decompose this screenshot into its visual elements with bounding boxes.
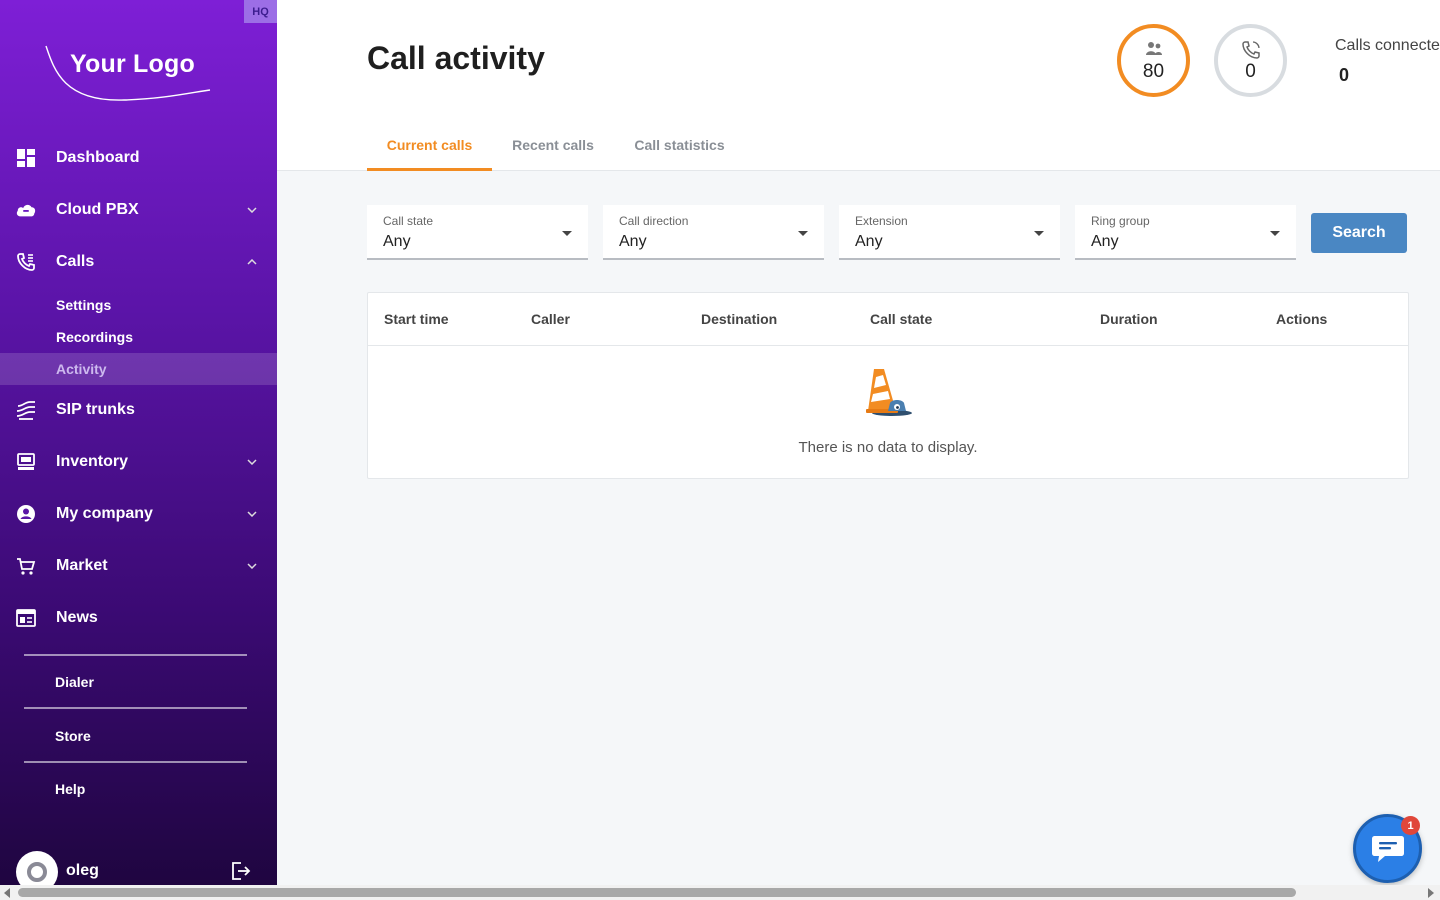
divider [24, 654, 247, 656]
horizontal-scrollbar[interactable] [0, 885, 1440, 900]
call-state-select[interactable]: Call state Any [367, 205, 588, 260]
divider [24, 761, 247, 763]
filter-label: Ring group [1091, 214, 1150, 228]
empty-state-message: There is no data to display. [798, 439, 978, 456]
chevron-down-icon [246, 204, 258, 216]
caret-down-icon [1270, 231, 1280, 236]
sub-item-label: Settings [56, 297, 112, 313]
column-header-actions: Actions [1276, 311, 1328, 327]
dialer-link[interactable]: Dialer [55, 674, 94, 690]
sub-item-label: Recordings [56, 329, 134, 345]
filter-value: Any [1091, 233, 1119, 250]
users-stat[interactable]: 80 [1117, 24, 1190, 97]
scrollbar-thumb[interactable] [18, 888, 1296, 897]
logo[interactable]: Your Logo [44, 40, 214, 106]
users-icon [1145, 41, 1163, 59]
table-header: Start time Caller Destination Call state… [368, 293, 1408, 346]
filter-label: Call direction [619, 214, 689, 228]
dashboard-icon [15, 147, 37, 169]
filter-value: Any [855, 233, 883, 250]
logo-text: Your Logo [70, 50, 195, 78]
nav-label: Market [56, 557, 108, 574]
hq-badge[interactable]: HQ [244, 0, 277, 23]
column-header-call-state[interactable]: Call state [870, 311, 932, 327]
page-title: Call activity [367, 40, 545, 76]
phone-icon [15, 251, 37, 273]
filter-value: Any [619, 233, 647, 250]
chevron-up-icon [246, 256, 258, 268]
chevron-down-icon [246, 456, 258, 468]
cloud-icon [15, 199, 37, 221]
calls-connected-value: 0 [1339, 65, 1350, 85]
tab-recent-calls[interactable]: Recent calls [502, 128, 604, 171]
calls-table: Start time Caller Destination Call state… [367, 292, 1409, 479]
chat-icon [1371, 835, 1404, 862]
user-name[interactable]: oleg [66, 862, 99, 880]
tab-current-calls[interactable]: Current calls [367, 128, 492, 171]
nav-inventory[interactable]: Inventory [0, 442, 277, 482]
sidebar: HQ Your Logo Dashboard Cloud PBX Calls S… [0, 0, 277, 893]
divider [24, 707, 247, 709]
nav-dashboard[interactable]: Dashboard [0, 138, 277, 178]
sidebar-item-recordings[interactable]: Recordings [0, 321, 277, 353]
nav-label: My company [56, 505, 153, 522]
column-header-duration[interactable]: Duration [1100, 311, 1158, 327]
phone-call-icon [1241, 40, 1260, 59]
nav-sip-trunks[interactable]: SIP trunks [0, 390, 277, 430]
scroll-left-arrow-icon[interactable] [4, 888, 10, 898]
search-button[interactable]: Search [1311, 213, 1407, 253]
nav-label: Dashboard [56, 149, 140, 166]
caret-down-icon [562, 231, 572, 236]
nav-label: Inventory [56, 453, 129, 470]
traffic-cone-icon [862, 365, 916, 419]
column-header-start-time[interactable]: Start time [384, 311, 449, 327]
ring-group-select[interactable]: Ring group Any [1075, 205, 1296, 260]
users-stat-value: 80 [1142, 60, 1165, 82]
nav-label: News [56, 609, 98, 626]
nav-label: Cloud PBX [56, 201, 139, 218]
sub-item-label: Activity [56, 361, 107, 377]
filter-value: Any [383, 233, 411, 250]
nav-market[interactable]: Market [0, 546, 277, 586]
calls-stat-value: 0 [1245, 60, 1256, 82]
column-header-destination[interactable]: Destination [701, 311, 777, 327]
nav-cloud-pbx[interactable]: Cloud PBX [0, 190, 277, 230]
chevron-down-icon [246, 508, 258, 520]
extension-select[interactable]: Extension Any [839, 205, 1060, 260]
caret-down-icon [1034, 231, 1044, 236]
logout-icon[interactable] [229, 860, 251, 882]
page-header: Call activity 80 0 Calls connecte 0 Curr… [277, 0, 1440, 171]
call-direction-select[interactable]: Call direction Any [603, 205, 824, 260]
nav-my-company[interactable]: My company [0, 494, 277, 534]
inventory-icon [15, 451, 37, 473]
company-icon [15, 503, 37, 525]
caret-down-icon [798, 231, 808, 236]
nav-news[interactable]: News [0, 598, 277, 638]
nav-calls[interactable]: Calls [0, 242, 277, 282]
sidebar-item-settings[interactable]: Settings [0, 289, 277, 321]
help-link[interactable]: Help [55, 781, 85, 797]
column-header-caller[interactable]: Caller [531, 311, 570, 327]
store-link[interactable]: Store [55, 728, 91, 744]
calls-stat[interactable]: 0 [1214, 24, 1287, 97]
nav-label: Calls [56, 253, 95, 270]
calls-connected-label: Calls connecte [1335, 37, 1440, 54]
scroll-right-arrow-icon[interactable] [1428, 888, 1434, 898]
news-icon [15, 607, 37, 629]
sip-trunks-icon [15, 399, 37, 421]
nav-label: SIP trunks [56, 401, 135, 418]
filter-label: Call state [383, 214, 434, 228]
sidebar-item-activity[interactable]: Activity [0, 353, 277, 385]
cart-icon [15, 555, 37, 577]
filter-label: Extension [855, 214, 908, 228]
tab-call-statistics[interactable]: Call statistics [622, 128, 737, 171]
notification-badge: 1 [1401, 816, 1420, 835]
chevron-down-icon [246, 560, 258, 572]
